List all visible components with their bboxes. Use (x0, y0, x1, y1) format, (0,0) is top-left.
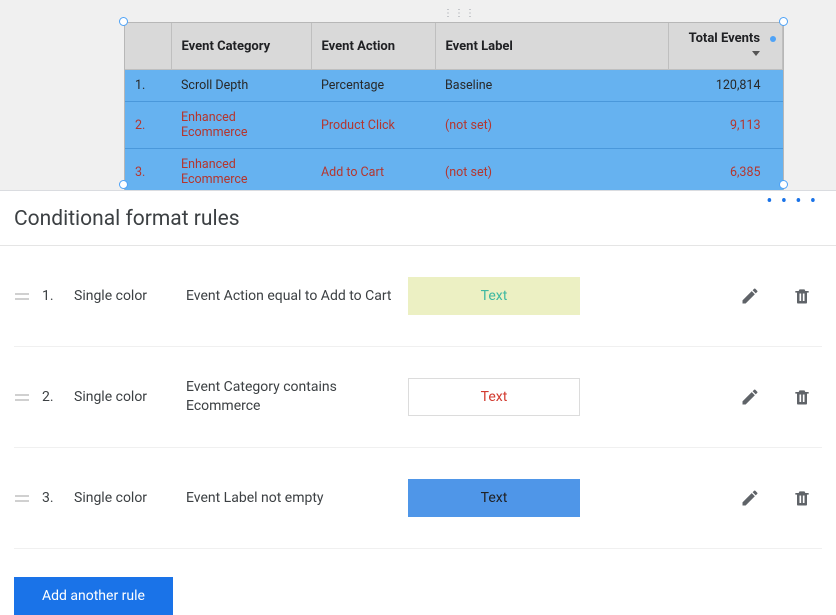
col-header-total[interactable]: Total Events (669, 23, 783, 70)
canvas-area: ⋮⋮⋮ Event Category Event Action Event La… (0, 0, 836, 190)
add-rule-button[interactable]: Add another rule (14, 577, 173, 615)
edit-rule-button[interactable] (730, 478, 770, 518)
pencil-icon (740, 387, 760, 407)
cell-label: Baseline (435, 70, 669, 102)
cell-action: Add to Cart (311, 149, 435, 191)
cell-category: Enhanced Ecommerce (171, 102, 311, 149)
cell-category: Enhanced Ecommerce (171, 149, 311, 191)
col-header-index[interactable] (125, 23, 171, 70)
edit-rule-button[interactable] (730, 377, 770, 417)
drag-handle-icon[interactable] (14, 394, 30, 401)
cell-category: Scroll Depth (171, 70, 311, 102)
col-header-action[interactable]: Event Action (311, 23, 435, 70)
delete-rule-button[interactable] (782, 478, 822, 518)
rule-condition: Event Action equal to Add to Cart (186, 287, 396, 306)
col-header-label[interactable]: Event Label (435, 23, 669, 70)
rule-condition: Event Category contains Ecommerce (186, 378, 396, 416)
edit-rule-button[interactable] (730, 276, 770, 316)
col-header-total-label: Total Events (689, 31, 760, 46)
sort-desc-icon (752, 51, 760, 56)
trash-icon (792, 387, 812, 407)
panel-header: Conditional format rules (0, 191, 836, 246)
pencil-icon (740, 488, 760, 508)
resize-handle-top-left[interactable] (119, 17, 128, 26)
col-header-category[interactable]: Event Category (171, 23, 311, 70)
cell-label: (not set) (435, 102, 669, 149)
trash-icon (792, 488, 812, 508)
table-row[interactable]: 1.Scroll DepthPercentageBaseline120,814 (125, 70, 783, 102)
rule-preview: Text (408, 277, 580, 315)
rule-preview: Text (408, 479, 580, 517)
row-index: 3. (125, 149, 171, 191)
delete-rule-button[interactable] (782, 377, 822, 417)
rule-index: 2. (42, 389, 62, 405)
cell-total: 120,814 (669, 70, 783, 102)
cell-action: Product Click (311, 102, 435, 149)
table-row[interactable]: 3.Enhanced EcommerceAdd to Cart(not set)… (125, 149, 783, 191)
delete-rule-button[interactable] (782, 276, 822, 316)
panel-title: Conditional format rules (14, 207, 240, 231)
data-table-widget[interactable]: Event Category Event Action Event Label … (124, 22, 784, 190)
rule-row: 3. Single color Event Label not empty Text (14, 448, 822, 549)
drag-handle-icon[interactable] (14, 495, 30, 502)
rule-type: Single color (74, 288, 174, 304)
data-table: Event Category Event Action Event Label … (125, 23, 783, 190)
rule-row: 2. Single color Event Category contains Ec… (14, 347, 822, 448)
cell-total: 9,113 (669, 102, 783, 149)
cell-total: 6,385 (669, 149, 783, 191)
resize-handle-bottom-right[interactable] (779, 180, 788, 189)
trash-icon (792, 286, 812, 306)
row-index: 2. (125, 102, 171, 149)
rule-type: Single color (74, 490, 174, 506)
sort-indicator-dot-icon (770, 36, 776, 42)
table-row[interactable]: 2.Enhanced EcommerceProduct Click(not se… (125, 102, 783, 149)
conditional-format-panel: • • • • Conditional format rules 1.Singl… (0, 190, 836, 615)
pencil-icon (740, 286, 760, 306)
resize-handle-bottom-left[interactable] (119, 180, 128, 189)
rule-row: 1. Single color Event Action equal to Add … (14, 246, 822, 347)
row-index: 1. (125, 70, 171, 102)
cell-action: Percentage (311, 70, 435, 102)
rule-index: 1. (42, 288, 62, 304)
rule-index: 3. (42, 490, 62, 506)
drag-handle-icon[interactable] (14, 293, 30, 300)
rule-condition: Event Label not empty (186, 489, 396, 508)
rule-preview: Text (408, 378, 580, 416)
resize-handle-top-right[interactable] (779, 17, 788, 26)
cell-label: (not set) (435, 149, 669, 191)
rule-type: Single color (74, 389, 174, 405)
grip-handle-icon[interactable]: ⋮⋮⋮ (443, 8, 461, 18)
